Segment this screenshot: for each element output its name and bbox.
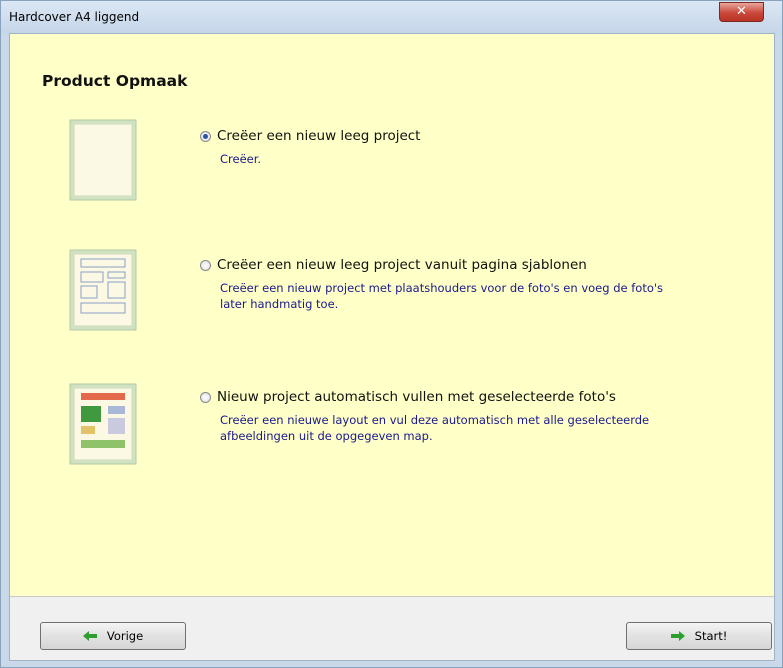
- option-title: Creëer een nieuw leeg project vanuit pag…: [217, 257, 587, 273]
- option-template-project[interactable]: Creëer een nieuw leeg project vanuit pag…: [200, 257, 690, 312]
- radio-autofill-project[interactable]: [200, 391, 211, 403]
- autofill-page-icon: [69, 383, 137, 465]
- option-description: Creëer.: [220, 152, 262, 166]
- option-title: Nieuw project automatisch vullen met ges…: [217, 389, 616, 405]
- template-page-icon: [69, 249, 137, 331]
- title-bar[interactable]: Hardcover A4 liggend ✕: [1, 1, 782, 33]
- blank-page-icon: [69, 119, 137, 201]
- dialog-window: Hardcover A4 liggend ✕ Product Opmaak Cr…: [0, 0, 783, 668]
- back-button[interactable]: Vorige: [40, 622, 186, 650]
- option-title: Creëer een nieuw leeg project: [217, 128, 421, 144]
- close-icon: ✕: [736, 4, 747, 19]
- arrow-right-icon: [670, 631, 685, 641]
- option-autofill-project[interactable]: Nieuw project automatisch vullen met ges…: [200, 389, 690, 444]
- radio-blank-project[interactable]: [200, 130, 211, 142]
- content-panel: Product Opmaak Creëer een nieuw leeg pro…: [10, 34, 774, 597]
- radio-template-project[interactable]: [200, 259, 211, 271]
- page-title: Product Opmaak: [42, 72, 188, 90]
- option-blank-project[interactable]: Creëer een nieuw leeg project Creëer.: [200, 128, 690, 167]
- start-button-label: Start!: [694, 629, 728, 643]
- option-description: Creëer een nieuw project met plaatshoude…: [220, 281, 664, 311]
- start-button[interactable]: Start!: [626, 622, 772, 650]
- back-button-label: Vorige: [106, 629, 144, 643]
- window-title: Hardcover A4 liggend: [9, 10, 140, 24]
- option-description: Creëer een nieuwe layout en vul deze aut…: [220, 413, 650, 443]
- close-button[interactable]: ✕: [719, 2, 764, 22]
- arrow-left-icon: [82, 631, 97, 641]
- dialog-body: Product Opmaak Creëer een nieuw leeg pro…: [9, 33, 775, 661]
